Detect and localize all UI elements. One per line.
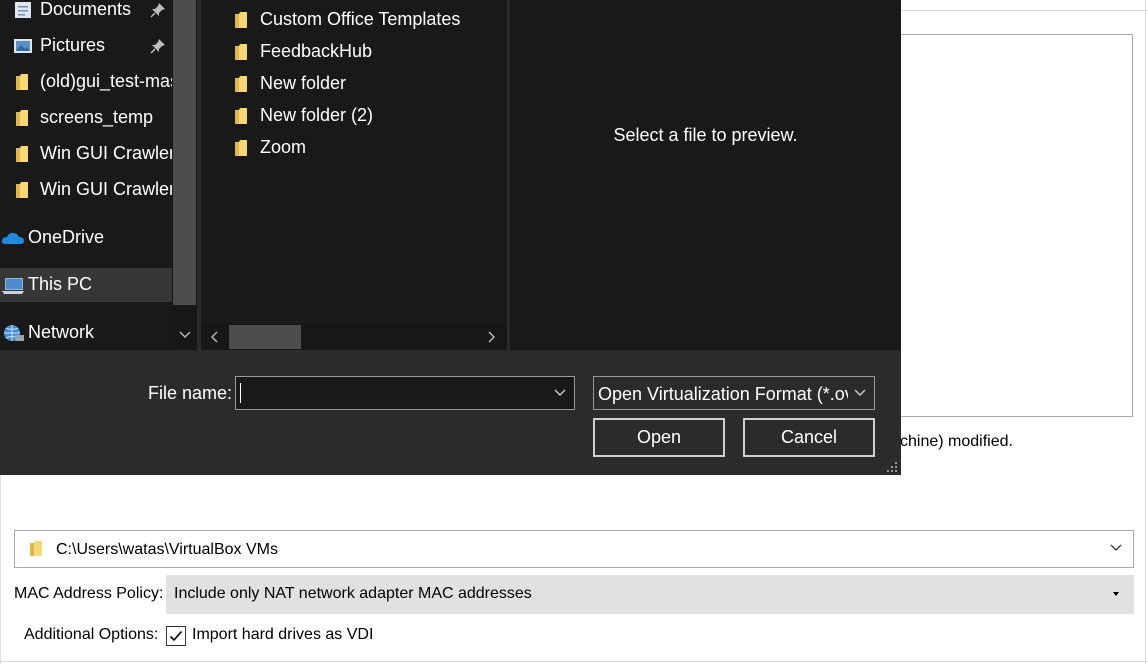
folder-icon	[235, 76, 247, 92]
folder-icon	[235, 140, 247, 156]
folder-icon	[235, 44, 247, 60]
file-name-input[interactable]	[235, 376, 575, 410]
folder-icon	[235, 108, 247, 124]
file-item-label: New folder	[260, 73, 347, 93]
open-button[interactable]: Open	[593, 418, 725, 457]
folder-icon	[30, 541, 42, 556]
network-icon	[4, 325, 24, 341]
nav-item-win-gui-crawler[interactable]: Win GUI Crawler	[0, 137, 172, 171]
file-item-label: Zoom	[260, 137, 307, 157]
file-item-label: FeedbackHub	[260, 41, 373, 61]
appliance-note-text: chine) modified.	[900, 433, 1013, 450]
appliance-description-box[interactable]	[900, 34, 1133, 417]
import-vdi-checkbox[interactable]	[166, 626, 186, 646]
nav-item-documents[interactable]: Documents	[0, 0, 172, 27]
nav-item-label: Documents	[40, 0, 132, 19]
mac-policy-label: MAC Address Policy:	[14, 585, 164, 602]
chevron-down-icon[interactable]	[553, 387, 567, 399]
nav-item-onedrive[interactable]: OneDrive	[0, 221, 172, 255]
nav-item-screens-temp[interactable]: screens_temp	[0, 101, 172, 135]
this-pc-icon	[2, 278, 24, 294]
navigation-pane: Documents Pictures (old)gui_test-mas scr…	[0, 0, 172, 350]
import-vdi-label[interactable]: Import hard drives as VDI	[192, 626, 373, 644]
nav-item-label: (old)gui_test-mas	[40, 71, 172, 91]
file-item-label: Custom Office Templates	[260, 9, 461, 29]
file-item-custom-office-templates[interactable]: Custom Office Templates	[201, 3, 507, 35]
folder-icon	[235, 12, 247, 28]
chevron-right-icon[interactable]	[486, 331, 496, 343]
nav-item-network[interactable]: Network	[0, 316, 172, 350]
preview-pane: Select a file to preview.	[510, 0, 901, 350]
documents-icon	[15, 2, 31, 18]
text-caret	[240, 383, 241, 403]
file-type-filter-select[interactable]: Open Virtualization Format (*.ova)	[593, 376, 875, 410]
nav-item-label: OneDrive	[28, 227, 105, 247]
preview-placeholder-text: Select a file to preview.	[613, 125, 798, 145]
mac-policy-select[interactable]: Include only NAT network adapter MAC add…	[166, 575, 1134, 614]
file-list-pane: Custom Office Templates FeedbackHub New …	[201, 0, 507, 350]
scrollbar-thumb[interactable]	[173, 0, 196, 305]
nav-item-this-pc[interactable]: This PC	[0, 268, 172, 302]
machine-base-folder-combo[interactable]: C:\Users\watas\VirtualBox VMs	[14, 530, 1134, 568]
wizard-left-border	[0, 474, 1, 664]
pin-icon	[150, 3, 165, 18]
pin-icon	[150, 39, 165, 54]
scrollbar-thumb[interactable]	[229, 325, 301, 349]
chevron-left-icon[interactable]	[210, 331, 220, 343]
wizard-top-divider	[900, 10, 1148, 11]
file-item-new-folder-2[interactable]: New folder (2)	[201, 99, 507, 131]
file-type-filter-value: Open Virtualization Format (*.ova)	[598, 384, 848, 404]
file-name-label: File name:	[148, 383, 233, 403]
chevron-down-icon[interactable]	[1109, 541, 1123, 555]
checkmark-icon	[169, 630, 183, 642]
pictures-icon	[14, 39, 32, 53]
dropdown-arrow-icon	[1113, 592, 1119, 596]
nav-item-old-gui-test[interactable]: (old)gui_test-mas	[0, 65, 172, 99]
nav-item-label: This PC	[28, 274, 93, 294]
wizard-right-border	[1145, 0, 1146, 664]
file-list-horizontal-scrollbar[interactable]	[201, 324, 507, 350]
chevron-down-icon[interactable]	[179, 330, 191, 340]
nav-item-pictures[interactable]: Pictures	[0, 29, 172, 63]
nav-item-label: Network	[28, 322, 95, 342]
folder-icon	[16, 146, 28, 162]
nav-item-label: screens_temp	[40, 107, 154, 127]
onedrive-icon	[1, 232, 24, 244]
nav-item-win-gui-crawler-2[interactable]: Win GUI Crawler	[0, 173, 172, 207]
resize-grip-icon[interactable]	[886, 461, 898, 473]
open-file-dialog: Documents Pictures (old)gui_test-mas scr…	[0, 0, 901, 475]
file-item-zoom[interactable]: Zoom	[201, 131, 507, 163]
machine-folder-path: C:\Users\watas\VirtualBox VMs	[56, 541, 278, 558]
file-item-label: New folder (2)	[260, 105, 374, 125]
mac-policy-value: Include only NAT network adapter MAC add…	[174, 585, 532, 602]
nav-item-label: Win GUI Crawler	[40, 179, 172, 199]
nav-item-label: Win GUI Crawler	[40, 143, 172, 163]
folder-icon	[16, 182, 28, 198]
navigation-scrollbar[interactable]	[172, 0, 197, 350]
file-item-feedbackhub[interactable]: FeedbackHub	[201, 35, 507, 67]
file-item-new-folder[interactable]: New folder	[201, 67, 507, 99]
folder-icon	[16, 74, 28, 90]
wizard-bottom-border	[0, 661, 1148, 662]
additional-options-label: Additional Options:	[24, 626, 159, 643]
folder-icon	[16, 110, 28, 126]
chevron-down-icon[interactable]	[853, 387, 867, 399]
cancel-button[interactable]: Cancel	[743, 418, 875, 457]
nav-item-label: Pictures	[40, 35, 106, 55]
